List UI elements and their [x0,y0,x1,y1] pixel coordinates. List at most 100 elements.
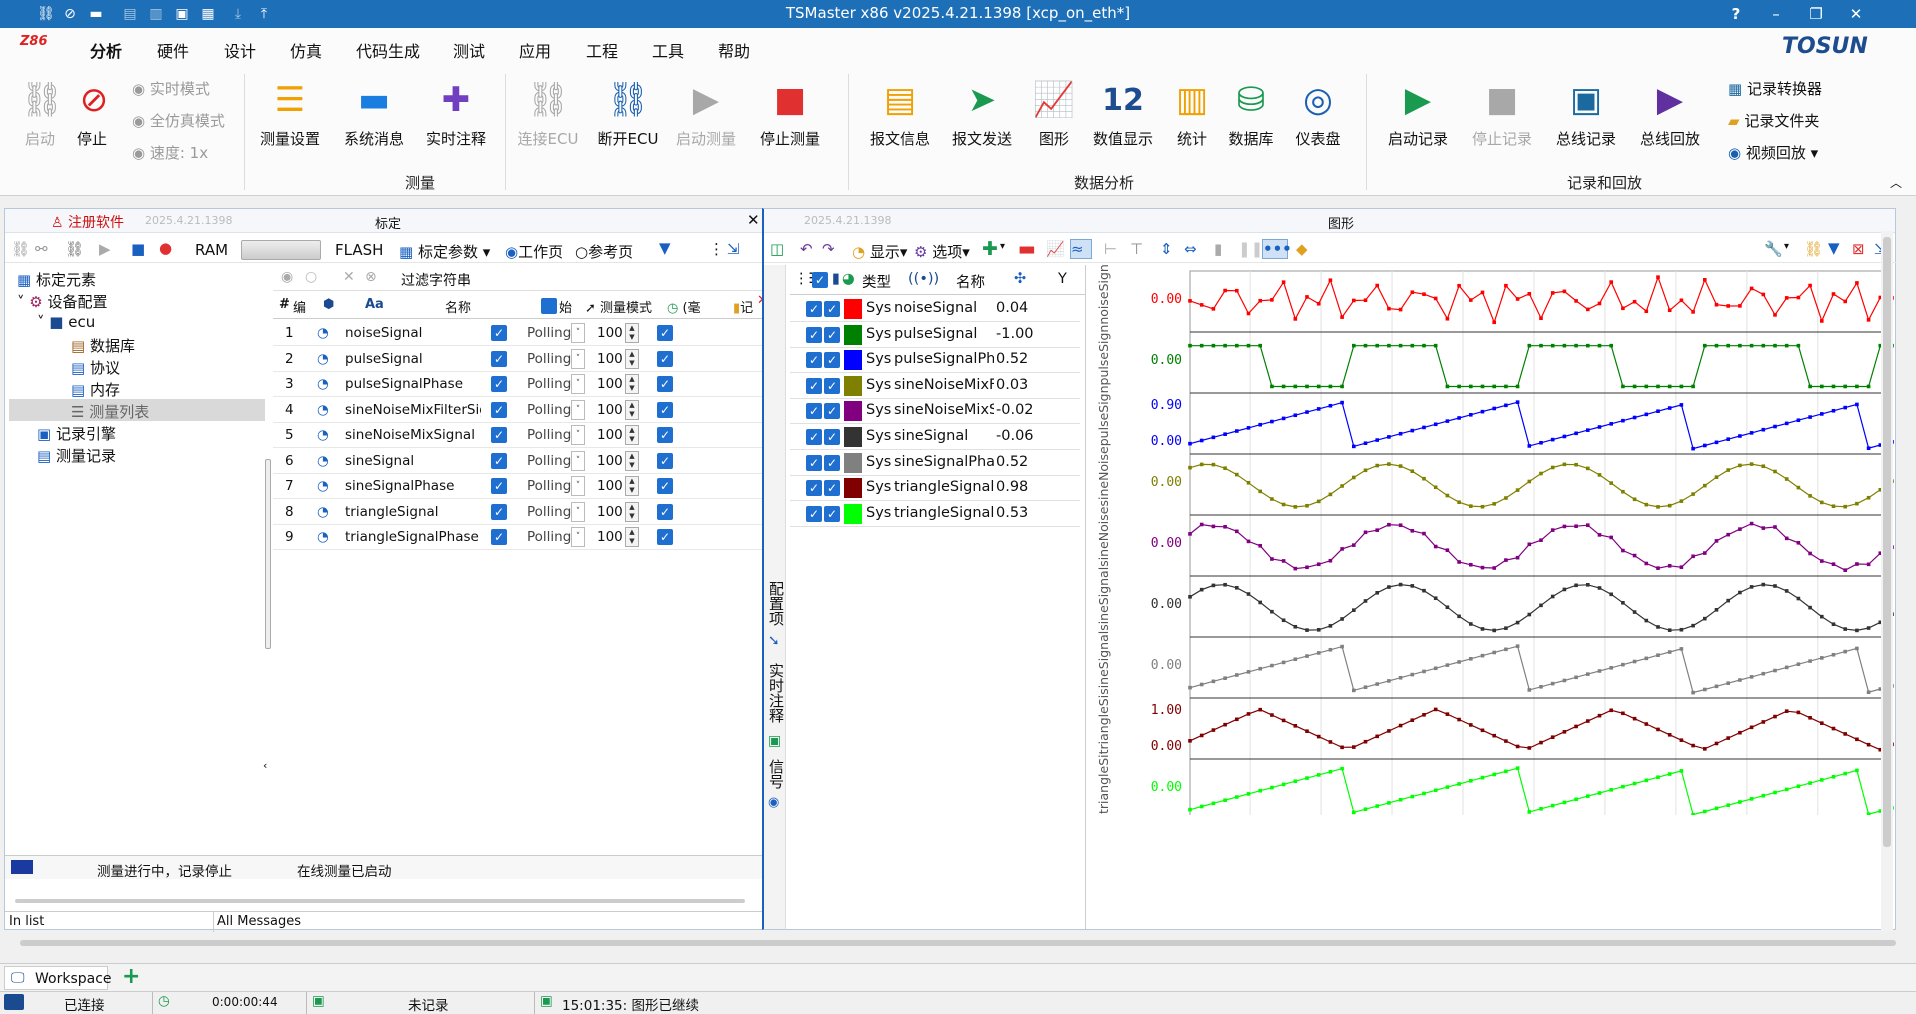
rt-note-button[interactable]: ✚ 实时注释 [424,78,488,149]
axis-checkbox[interactable]: ✓ [824,326,840,343]
video-replay-button[interactable]: ◉ 视频回放 ▾ [1728,142,1818,163]
record-icon[interactable]: ● [159,239,172,257]
dashboard-button[interactable]: ◎ 仪表盘 [1290,78,1346,149]
filter-icon[interactable]: ▼ [1828,239,1840,257]
separate-lanes-icon[interactable]: ≈ [1070,239,1092,259]
rec-checkbox[interactable]: ✓ [657,376,673,392]
close-button[interactable]: ✕ [1836,0,1876,28]
enable-checkbox[interactable]: ✓ [491,529,507,545]
menu-apps[interactable]: 应用 [519,38,551,62]
meas-setup-button[interactable]: ☰ 测量设置 [258,78,322,149]
add-workspace-button[interactable]: + [122,964,140,989]
axis-checkbox[interactable]: ✓ [824,454,840,471]
remove-signal-icon[interactable]: ▬ [1018,238,1036,260]
rec-checkbox[interactable]: ✓ [657,478,673,494]
mode-dropdown[interactable]: ˅ [571,399,585,420]
table-row[interactable]: 9 ◔ triangleSignalPhase ✓ Polling ˅ 100 ▲ ▼ ✓ [273,525,763,550]
signal-row[interactable]: ✓✓ SyssineNoiseMixSigna-0.02 [790,399,1080,425]
table-row[interactable]: 3 ◔ pulseSignalPhase ✓ Polling ˅ 100 ▲ ▼ ✓ [273,372,763,397]
zoom-y-icon[interactable]: ⇕ [1160,240,1173,258]
period-value[interactable]: 100 [597,504,623,520]
stats-button[interactable]: ▥ 统计 [1170,78,1214,149]
enable-checkbox[interactable]: ✓ [491,503,507,520]
menu-test[interactable]: 测试 [453,38,485,62]
mode-dropdown[interactable]: ˅ [571,374,585,394]
period-stepper[interactable]: ▲ ▼ [625,425,639,445]
database-button[interactable]: ⛁ 数据库 [1224,78,1278,149]
mode-dropdown[interactable]: ˅ [571,476,585,496]
table-row[interactable]: 8 ◔ triangleSignal ✓ Polling ˅ 100 ▲ ▼ ✓ [273,500,763,525]
axis-checkbox[interactable]: ✓ [824,480,840,497]
cancel-icon[interactable]: ⊗ [365,269,377,285]
visible-checkbox[interactable]: ✓ [806,480,822,497]
tab-in-list[interactable]: In list [9,914,44,929]
speed-control[interactable]: ◉ 速度: 1x [132,142,208,163]
menu-help[interactable]: 帮助 [718,38,750,62]
color-swatch[interactable] [844,350,862,371]
msg-send-button[interactable]: ➤ 报文发送 [950,78,1014,149]
calib-close-icon[interactable]: ✕ [747,211,760,229]
select-all-checkbox[interactable]: ✓ [812,272,828,288]
period-stepper[interactable]: ▲ ▼ [625,527,639,547]
tree-item-meas-rec[interactable]: ▤ 测量记录 [37,445,116,466]
zoom-x-icon[interactable]: ⇔ [1184,240,1197,258]
period-stepper[interactable]: ▲ ▼ [625,374,639,394]
enable-checkbox[interactable]: ✓ [491,427,507,443]
tree-item-memory[interactable]: ▤ 内存 [71,379,120,400]
params-dropdown[interactable]: ▦ 标定参数 ▾ [399,241,490,262]
realtime-mode[interactable]: ◉ 实时模式 [132,78,210,99]
tab-config[interactable]: 配置项 [766,581,787,626]
signal-row[interactable]: ✓ ✓ Sys pulseSignal -1.00 [790,323,1080,348]
ref-page-radio[interactable]: ○参考页 [575,241,633,262]
menu-codegen[interactable]: 代码生成 [356,38,420,62]
axis-checkbox[interactable]: ✓ [824,301,840,317]
sys-msg-button[interactable]: ▬ 系统消息 [342,78,406,149]
minimize-button[interactable]: – [1756,0,1796,28]
stop-icon[interactable]: ■ [131,240,145,258]
disconnect-icon[interactable]: ⛓ [65,240,84,258]
maximize-button[interactable]: ❐ [1796,0,1836,28]
rec-checkbox[interactable]: ✓ [657,529,673,545]
help-icon[interactable]: ? [1716,0,1756,28]
table-row[interactable]: 1 ◔ noiseSignal ✓ Polling ˅ 100 ▲ ▼ ✓ [273,321,763,346]
mode-dropdown[interactable]: ˅ [571,348,585,369]
col-mode[interactable]: ➚ 测量模式 [585,297,652,316]
visible-checkbox[interactable]: ✓ [806,377,822,394]
rec-checkbox[interactable]: ✓ [657,350,673,367]
tree-item-meas-list[interactable]: ☰ 测量列表 [71,401,149,422]
graphics-button[interactable]: 📈 图形 [1032,78,1076,149]
tree-item-device-config[interactable]: ˅ ⚙ 设备配置 [17,291,108,312]
ram-flash-toggle[interactable] [241,240,321,260]
axis-checkbox[interactable]: ✓ [824,505,840,522]
color-swatch[interactable] [844,452,862,473]
rec-checkbox[interactable]: ✓ [657,503,673,520]
bus-replay-button[interactable]: ▶ 总线回放 [1638,78,1702,149]
color-swatch[interactable] [844,299,862,319]
enable-checkbox[interactable]: ✓ [491,376,507,392]
show-dropdown[interactable]: ◔ 显示▾ [852,241,907,262]
rec-checkbox[interactable]: ✓ [657,325,673,341]
period-value[interactable]: 100 [597,427,623,443]
menu-tools[interactable]: 工具 [652,38,684,62]
clear-icon[interactable]: ✕ [343,269,355,285]
wrench-dropdown-icon[interactable]: ▾ [1784,241,1789,252]
export-icon[interactable]: ⇲ [727,240,740,258]
workspace-tab[interactable]: 🖵 Workspace [4,966,112,990]
numeric-button[interactable]: 12 数值显示 [1088,78,1158,149]
axis-checkbox[interactable]: ✓ [824,377,840,394]
visible-checkbox[interactable]: ✓ [806,429,822,445]
col-y[interactable]: Y [1058,271,1067,287]
visible-checkbox[interactable]: ✓ [806,403,822,420]
close-window-icon[interactable]: ⊠ [1852,240,1865,258]
connect-ecu-button[interactable]: ⛓ 连接ECU [516,78,580,149]
tree-item-calib-elements[interactable]: ▦ 标定元素 [17,269,96,290]
menu-design[interactable]: 设计 [224,38,256,62]
period-stepper[interactable]: ▲ ▼ [625,399,639,420]
stop-meas-button[interactable]: ■ 停止测量 [758,78,822,149]
enable-checkbox[interactable]: ✓ [491,401,507,418]
enable-checkbox[interactable]: ✓ [491,350,507,367]
stop-rec-button[interactable]: ■ 停止记录 [1470,78,1534,149]
pause-icon[interactable]: ▮ [1214,240,1222,258]
menu-analysis[interactable]: 分析 [85,38,127,72]
signal-row[interactable]: ✓ ✓ Sys sineSignal -0.06 [790,425,1080,450]
